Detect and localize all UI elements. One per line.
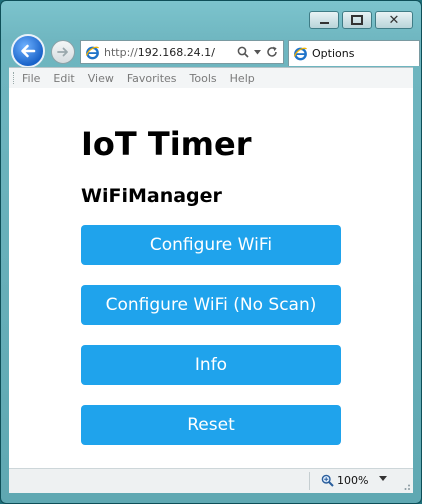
page-content: IoT Timer WiFiManager Configure WiFi Con…: [9, 88, 413, 468]
refresh-icon[interactable]: [266, 46, 278, 58]
search-icon[interactable]: [237, 46, 249, 58]
navigation-bar: http://192.168.24.1/ Options: [9, 33, 420, 68]
page-subtitle: WiFiManager: [81, 185, 222, 207]
menu-item-favorites[interactable]: Favorites: [127, 72, 177, 85]
maximize-button[interactable]: [342, 11, 372, 29]
maximize-icon: [351, 15, 363, 25]
menu-item-view[interactable]: View: [88, 72, 114, 85]
zoom-dropdown-icon[interactable]: [379, 476, 387, 481]
address-host: 192.168.24.1: [137, 45, 212, 59]
close-button[interactable]: ✕: [375, 11, 413, 29]
browser-window: ✕ http://192.168.24.1/ Options File Edit…: [0, 0, 422, 504]
ie-logo-icon: [85, 46, 100, 59]
back-button[interactable]: [11, 34, 45, 68]
reset-button[interactable]: Reset: [81, 405, 341, 445]
address-bar[interactable]: http://192.168.24.1/: [80, 40, 284, 64]
menu-item-file[interactable]: File: [22, 72, 40, 85]
menu-item-help[interactable]: Help: [230, 72, 255, 85]
back-arrow-icon: [21, 44, 36, 58]
configure-wifi-no-scan-button[interactable]: Configure WiFi (No Scan): [81, 285, 341, 325]
address-path: /: [211, 45, 215, 59]
page-title: IoT Timer: [81, 125, 252, 163]
menu-item-tools[interactable]: Tools: [190, 72, 217, 85]
status-separator: [309, 472, 310, 490]
configure-wifi-button[interactable]: Configure WiFi: [81, 225, 341, 265]
address-tools: [237, 46, 283, 58]
menu-bar: File Edit View Favorites Tools Help: [9, 67, 413, 89]
zoom-control[interactable]: 100%: [321, 474, 368, 487]
address-protocol: http://: [104, 45, 138, 59]
status-bar: 100%: [9, 468, 413, 493]
zoom-icon: [321, 474, 334, 487]
minimize-icon: [319, 22, 329, 24]
forward-button[interactable]: [51, 40, 75, 64]
window-controls: ✕: [309, 11, 413, 29]
close-icon: ✕: [388, 12, 400, 28]
zoom-level: 100%: [337, 474, 369, 487]
tab-title: Options: [312, 47, 355, 60]
chevron-down-icon[interactable]: [254, 49, 261, 55]
info-button[interactable]: Info: [81, 345, 341, 385]
address-text: http://192.168.24.1/: [104, 46, 237, 59]
ie-logo-icon: [293, 47, 308, 61]
forward-arrow-icon: [57, 47, 68, 57]
minimize-button[interactable]: [309, 11, 339, 29]
resize-grip-icon[interactable]: [401, 481, 411, 491]
menu-item-edit[interactable]: Edit: [53, 72, 74, 85]
menu-grip: [13, 72, 16, 84]
tab-options[interactable]: Options: [288, 40, 420, 66]
